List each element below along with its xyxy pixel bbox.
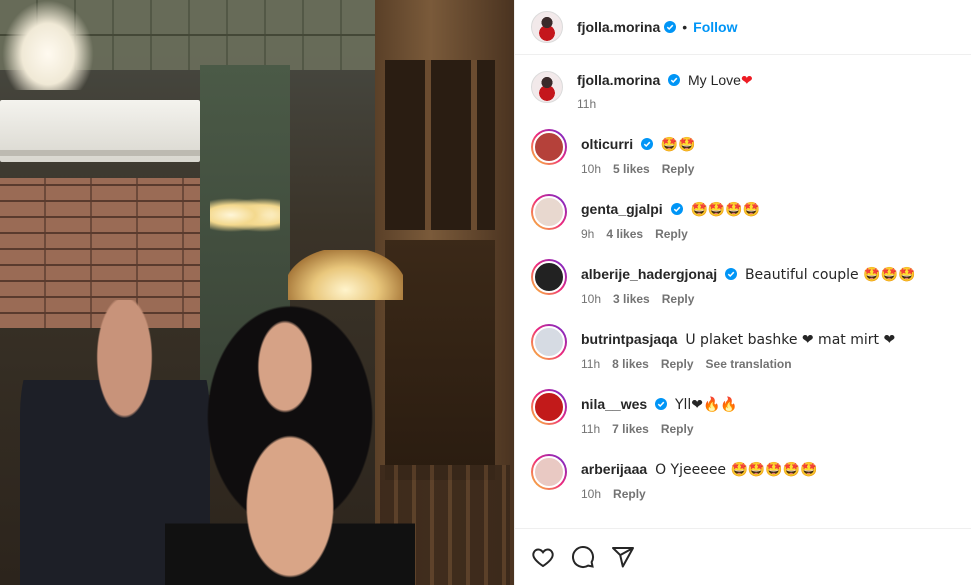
comment-likes[interactable]: 5 likes	[613, 162, 650, 176]
comment-time[interactable]: 10h	[581, 162, 601, 176]
caption-text: My Love	[688, 72, 741, 88]
comment-username[interactable]: butrintpasjaqa	[581, 331, 677, 347]
comment-time[interactable]: 10h	[581, 292, 601, 306]
reply-button[interactable]: Reply	[613, 487, 646, 501]
comment-item: alberije_hadergjonaj Beautiful couple 🤩🤩…	[531, 259, 955, 306]
verified-badge-icon	[664, 21, 677, 33]
caption: fjolla.morina My Love❤ 11h	[531, 71, 955, 111]
comment-item: arberijaaa O Yjeeeee 🤩🤩🤩🤩🤩 10h Reply	[531, 454, 955, 501]
comment-username[interactable]: arberijaaa	[581, 461, 647, 477]
reply-button[interactable]: Reply	[655, 227, 688, 241]
photo-wall-sconce	[210, 195, 280, 235]
comment-text: 🤩🤩	[660, 137, 696, 153]
verified-badge-icon	[725, 268, 738, 280]
caption-avatar[interactable]	[531, 71, 563, 103]
verified-badge-icon	[655, 398, 668, 410]
heart-outline-icon[interactable]	[531, 545, 555, 569]
comment-username[interactable]: genta_gjalpi	[581, 201, 663, 217]
author-avatar[interactable]	[531, 11, 563, 43]
comment-likes[interactable]: 8 likes	[612, 357, 649, 371]
verified-badge-icon	[641, 138, 654, 150]
verified-badge-icon	[670, 203, 683, 215]
comment-avatar[interactable]	[531, 259, 567, 295]
photo-tiffany-lamp	[288, 250, 403, 300]
comment-item: olticurri 🤩🤩 10h 5 likes Reply	[531, 129, 955, 176]
caption-meta: 11h	[577, 97, 753, 111]
comment-avatar[interactable]	[531, 389, 567, 425]
comment-avatar[interactable]	[531, 324, 567, 360]
comment-item: nila__wes Yll❤🔥🔥 11h 7 likes Reply	[531, 389, 955, 436]
comment-username[interactable]: nila__wes	[581, 396, 647, 412]
caption-line: fjolla.morina My Love❤	[577, 71, 753, 89]
comment-time[interactable]: 11h	[581, 357, 600, 371]
comment-username[interactable]: olticurri	[581, 136, 633, 152]
see-translation-button[interactable]: See translation	[706, 357, 792, 371]
post-side-panel: fjolla.morina • Follow fjolla.morina My …	[514, 0, 971, 585]
comment-avatar[interactable]	[531, 454, 567, 490]
photo-air-conditioner	[0, 100, 200, 162]
comment-likes[interactable]: 3 likes	[613, 292, 650, 306]
comment-likes[interactable]: 4 likes	[606, 227, 643, 241]
comment-item: genta_gjalpi 🤩🤩🤩🤩 9h 4 likes Reply	[531, 194, 955, 241]
comment-text: O Yjeeeee 🤩🤩🤩🤩🤩	[655, 462, 818, 478]
reply-button[interactable]: Reply	[662, 162, 695, 176]
comment-likes[interactable]: 7 likes	[612, 422, 649, 436]
comment-item: butrintpasjaqa U plaket bashke ❤ mat mir…	[531, 324, 955, 371]
post-photo[interactable]	[0, 0, 514, 585]
author-username[interactable]: fjolla.morina	[577, 19, 660, 35]
post-header: fjolla.morina • Follow	[515, 0, 971, 55]
comment-username[interactable]: alberije_hadergjonaj	[581, 266, 717, 282]
comment-time[interactable]: 9h	[581, 227, 594, 241]
comment-text: Beautiful couple 🤩🤩🤩	[744, 267, 916, 283]
reply-button[interactable]: Reply	[662, 292, 695, 306]
comment-time[interactable]: 10h	[581, 487, 601, 501]
comment-text: Yll❤🔥🔥	[674, 397, 738, 413]
verified-badge-icon	[668, 74, 681, 86]
header-separator: •	[682, 19, 688, 35]
paper-plane-icon[interactable]	[611, 545, 635, 569]
comment-avatar[interactable]	[531, 129, 567, 165]
reply-button[interactable]: Reply	[661, 357, 694, 371]
comment-avatar[interactable]	[531, 194, 567, 230]
comment-text: U plaket bashke ❤ mat mirt ❤	[685, 332, 896, 348]
comment-bubble-icon[interactable]	[571, 545, 595, 569]
caption-username[interactable]: fjolla.morina	[577, 72, 660, 88]
caption-time[interactable]: 11h	[577, 97, 596, 111]
caption-heart-emoji: ❤	[740, 72, 753, 88]
photo-woman	[165, 305, 415, 585]
comment-text: 🤩🤩🤩🤩	[690, 202, 761, 218]
photo-pendant-lamp	[2, 0, 94, 90]
comment-time[interactable]: 11h	[581, 422, 600, 436]
reply-button[interactable]: Reply	[661, 422, 694, 436]
comments-list: fjolla.morina My Love❤ 11h olticurri 🤩🤩 …	[515, 55, 971, 528]
follow-button[interactable]: Follow	[693, 19, 737, 35]
post-actions-bar	[515, 528, 971, 585]
